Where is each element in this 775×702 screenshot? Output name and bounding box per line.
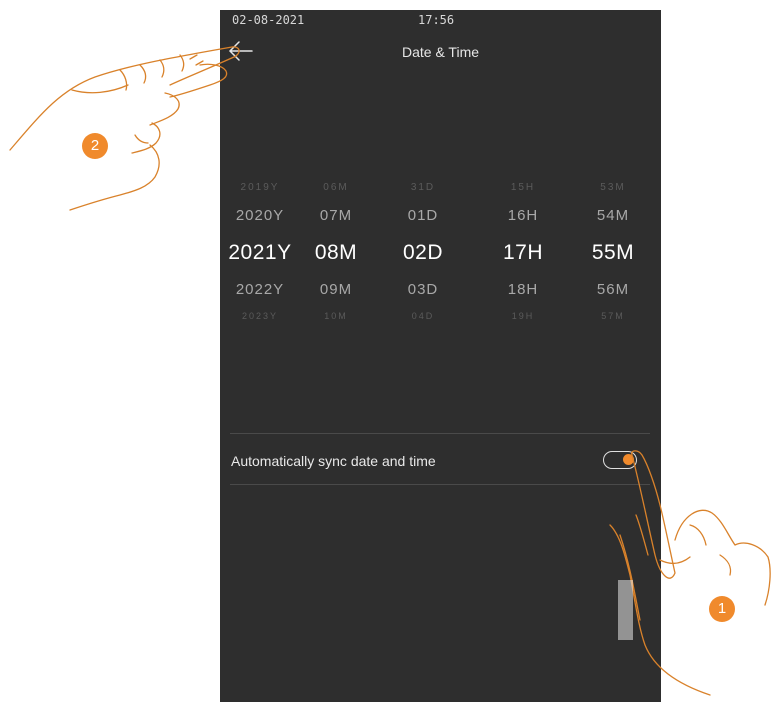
page-title: Date & Time <box>401 44 480 60</box>
month-option[interactable]: 10M <box>306 311 366 321</box>
status-date: 02-08-2021 <box>232 13 305 27</box>
step-1-badge: 1 <box>709 596 735 622</box>
minute-option[interactable]: 56M <box>583 281 643 298</box>
date-time-picker: 2019Y 2020Y 2021Y 2022Y 2023Y 06M 07M 08… <box>220 180 661 325</box>
month-selected[interactable]: 08M <box>306 241 366 265</box>
status-bar: 02-08-2021 17:56 <box>220 10 661 30</box>
divider-bottom <box>230 484 650 485</box>
hour-option[interactable]: 16H <box>493 207 553 224</box>
year-option[interactable]: 2023Y <box>225 311 295 321</box>
year-selected[interactable]: 2021Y <box>225 241 295 265</box>
minute-selected[interactable]: 55M <box>583 241 643 265</box>
hour-option[interactable]: 19H <box>493 311 553 321</box>
day-option[interactable]: 04D <box>393 311 453 321</box>
auto-sync-label: Automatically sync date and time <box>231 453 436 469</box>
day-selected[interactable]: 02D <box>393 241 453 265</box>
year-option[interactable]: 2022Y <box>225 281 295 298</box>
hour-option[interactable]: 15H <box>493 182 553 193</box>
hour-selected[interactable]: 17H <box>493 241 553 265</box>
status-time: 17:56 <box>418 13 455 27</box>
auto-sync-row[interactable]: Automatically sync date and time <box>220 434 661 484</box>
step-2-badge: 2 <box>82 133 108 159</box>
day-option[interactable]: 01D <box>393 207 453 224</box>
month-option[interactable]: 09M <box>306 281 366 298</box>
pointing-hand-illustration <box>9 46 240 211</box>
hour-option[interactable]: 18H <box>493 281 553 298</box>
day-option[interactable]: 31D <box>393 182 453 193</box>
month-option[interactable]: 06M <box>306 182 366 193</box>
device-screen: 02-08-2021 17:56 Date & Time 2019Y 2020Y… <box>220 10 661 702</box>
month-option[interactable]: 07M <box>306 207 366 224</box>
day-option[interactable]: 03D <box>393 281 453 298</box>
minute-option[interactable]: 53M <box>583 182 643 193</box>
minute-option[interactable]: 57M <box>583 311 643 321</box>
minute-option[interactable]: 54M <box>583 207 643 224</box>
pointing-hand-illustration <box>609 450 771 696</box>
